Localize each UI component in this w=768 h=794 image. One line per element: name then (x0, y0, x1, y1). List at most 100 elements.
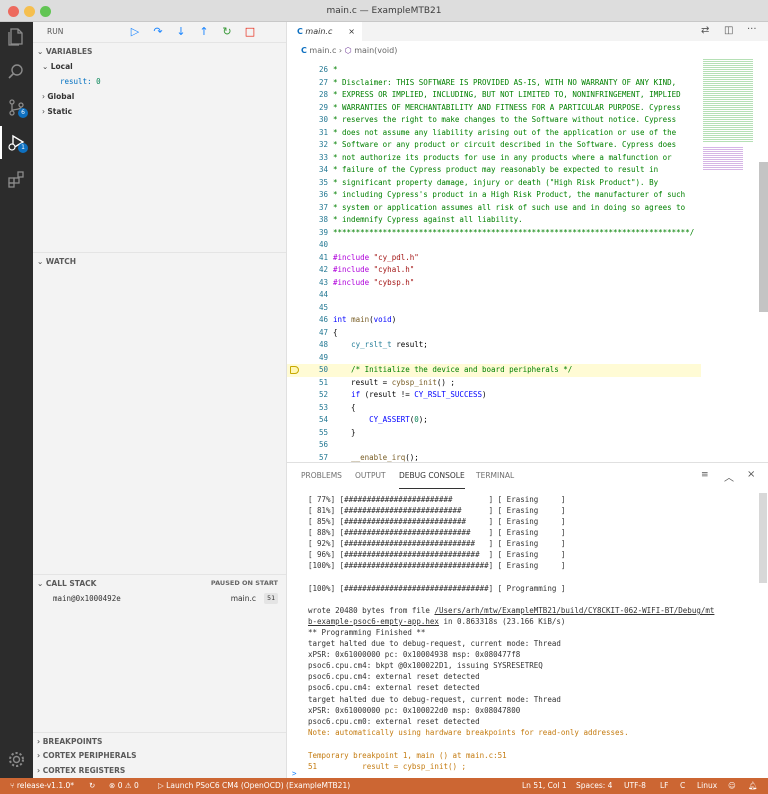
line-number[interactable]: 30 (287, 114, 328, 127)
code-line[interactable]: __enable_irq(); (333, 452, 419, 463)
code-line[interactable]: #include "cyhal.h" (333, 264, 414, 277)
stack-frame[interactable]: main@0x1000492e main.c 51 (33, 591, 286, 606)
code-line[interactable]: { (333, 327, 338, 340)
sync-icon[interactable]: ↻ (89, 778, 95, 794)
tab-main-c[interactable]: C main.c × (287, 22, 362, 41)
line-number[interactable]: 56 (287, 439, 328, 452)
callstack-header[interactable]: ⌄ CALL STACK PAUSED ON START (33, 574, 286, 591)
compare-icon[interactable]: ⇄ (701, 25, 709, 36)
line-ending[interactable]: LF (660, 778, 669, 794)
code-line[interactable]: * (333, 64, 338, 77)
close-icon[interactable]: × (348, 22, 355, 41)
branch-indicator[interactable]: ⑂ release-v1.1.0* (10, 778, 74, 794)
cursor-position[interactable]: Ln 51, Col 1 (522, 778, 567, 794)
line-number[interactable]: 38 (287, 214, 328, 227)
code-line[interactable]: * Software or any product or circuit des… (333, 139, 676, 152)
line-number[interactable]: 27 (287, 77, 328, 90)
line-number[interactable]: 57 (287, 452, 328, 463)
code-line[interactable]: ****************************************… (333, 227, 694, 240)
code-line[interactable]: * Disclaimer: THIS SOFTWARE IS PROVIDED … (333, 77, 676, 90)
tab-output[interactable]: OUTPUT (355, 463, 386, 489)
step-out-icon[interactable]: ↑ (197, 25, 211, 39)
code-line[interactable]: } (333, 427, 356, 440)
code-line[interactable]: if (result != CY_RSLT_SUCCESS) (333, 389, 486, 402)
code-line[interactable]: * does not assume any liability arising … (333, 127, 676, 140)
code-line[interactable]: * system or application assumes all risk… (333, 202, 685, 215)
editor-scrollbar[interactable] (759, 162, 768, 312)
minimize-window-icon[interactable] (24, 6, 35, 17)
more-actions-icon[interactable]: ··· (747, 24, 757, 35)
line-number[interactable]: 34 (287, 164, 328, 177)
console-scrollbar[interactable] (759, 493, 767, 583)
language-mode[interactable]: C (680, 778, 685, 794)
tab-terminal[interactable]: TERMINAL (476, 463, 514, 489)
line-number[interactable]: 53 (287, 402, 328, 415)
search-icon[interactable] (7, 62, 26, 81)
launch-config[interactable]: ▷ Launch PSoC6 CM4 (OpenOCD) (ExampleMTB… (158, 778, 350, 794)
line-number[interactable]: 28 (287, 89, 328, 102)
line-number[interactable]: 31 (287, 127, 328, 140)
zoom-window-icon[interactable] (40, 6, 51, 17)
continue-icon[interactable]: ▷ (128, 25, 142, 39)
code-line[interactable]: * failure of the Cypress product may rea… (333, 164, 658, 177)
watch-header[interactable]: ⌄ WATCH (33, 252, 286, 269)
encoding[interactable]: UTF-8 (624, 778, 646, 794)
scope-local[interactable]: ⌄ Local (33, 59, 286, 74)
close-panel-icon[interactable]: × (747, 469, 755, 480)
minimap[interactable] (701, 58, 754, 462)
line-number[interactable]: 50 (287, 364, 328, 377)
code-line[interactable]: int main(void) (333, 314, 396, 327)
line-number[interactable]: 40 (287, 239, 328, 252)
line-number[interactable]: 42 (287, 264, 328, 277)
code-line[interactable]: * not authorize its products for use in … (333, 152, 672, 165)
step-into-icon[interactable]: ↓ (174, 25, 188, 39)
line-number[interactable]: 39 (287, 227, 328, 240)
line-number[interactable]: 52 (287, 389, 328, 402)
variable-result[interactable]: result: 0 (33, 74, 286, 89)
line-number[interactable]: 43 (287, 277, 328, 290)
code-line[interactable]: { (333, 402, 356, 415)
line-number[interactable]: 55 (287, 427, 328, 440)
line-number[interactable]: 37 (287, 202, 328, 215)
code-line[interactable]: /* Initialize the device and board perip… (333, 364, 572, 377)
line-number[interactable]: 49 (287, 352, 328, 365)
code-line[interactable]: * reserves the right to make changes to … (333, 114, 676, 127)
stop-icon[interactable]: □ (243, 25, 257, 39)
scope-global[interactable]: › Global (33, 89, 286, 104)
tab-debug-console[interactable]: DEBUG CONSOLE (399, 463, 465, 489)
code-line[interactable]: * significant property damage, injury or… (333, 177, 658, 190)
explorer-icon[interactable] (7, 27, 26, 46)
line-number[interactable]: 48 (287, 339, 328, 352)
code-line[interactable]: * indemnify Cypress against all liabilit… (333, 214, 523, 227)
line-number[interactable]: 47 (287, 327, 328, 340)
indentation[interactable]: Spaces: 4 (576, 778, 612, 794)
code-line[interactable]: CY_ASSERT(0); (333, 414, 428, 427)
line-number[interactable]: 54 (287, 414, 328, 427)
line-number[interactable]: 35 (287, 177, 328, 190)
close-window-icon[interactable] (8, 6, 19, 17)
clear-console-icon[interactable]: ≡ (701, 470, 709, 480)
bell-icon[interactable]: 🔔︎ (748, 778, 758, 794)
maximize-panel-icon[interactable]: ︿ (724, 469, 734, 484)
extensions-icon[interactable] (7, 170, 26, 189)
line-number[interactable]: 29 (287, 102, 328, 115)
scope-static[interactable]: › Static (33, 104, 286, 119)
line-number[interactable]: 26 (287, 64, 328, 77)
line-number[interactable]: 44 (287, 289, 328, 302)
gear-icon[interactable] (7, 750, 26, 769)
code-line[interactable]: #include "cy_pdl.h" (333, 252, 419, 265)
code-line[interactable]: #include "cybsp.h" (333, 277, 414, 290)
line-number[interactable]: 45 (287, 302, 328, 315)
code-line[interactable]: * WARRANTIES OF MERCHANTABILITY AND FITN… (333, 102, 681, 115)
split-editor-icon[interactable]: ◫ (724, 25, 733, 36)
tab-problems[interactable]: PROBLEMS (301, 463, 342, 489)
line-number[interactable]: 32 (287, 139, 328, 152)
line-number[interactable]: 36 (287, 189, 328, 202)
code-line[interactable]: * including Cypress's product in a High … (333, 189, 685, 202)
code-line[interactable]: * EXPRESS OR IMPLIED, INCLUDING, BUT NOT… (333, 89, 681, 102)
line-number[interactable]: 41 (287, 252, 328, 265)
line-number[interactable]: 51 (287, 377, 328, 390)
problems-indicator[interactable]: ⊗ 0 ⚠ 0 (109, 778, 139, 794)
restart-icon[interactable]: ↻ (220, 25, 234, 39)
code-line[interactable]: result = cybsp_init() ; (333, 377, 455, 390)
